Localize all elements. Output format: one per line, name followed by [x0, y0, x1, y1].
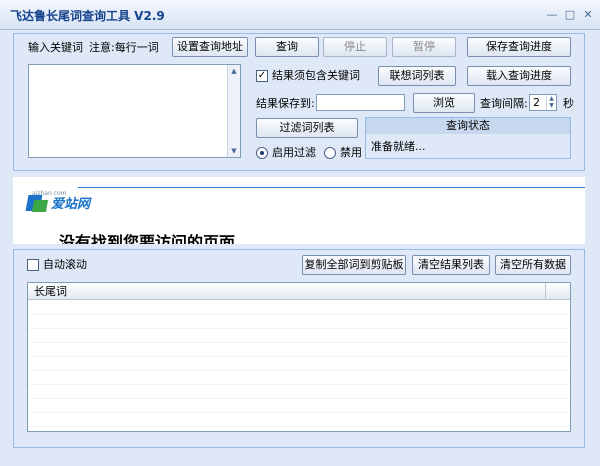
filter-off-radio[interactable] — [324, 147, 336, 159]
browse-button[interactable]: 浏览 — [413, 93, 475, 113]
spinner-arrows-icon[interactable]: ▲ ▼ — [546, 95, 556, 110]
load-progress-button[interactable]: 载入查询进度 — [467, 66, 571, 86]
must-contain-label: 结果须包含关键词 — [272, 69, 360, 82]
interval-value: 2 — [533, 96, 540, 109]
filter-off-label: 禁用 — [340, 146, 362, 159]
interval-label: 查询间隔: — [480, 97, 528, 110]
list-body — [28, 301, 570, 431]
stop-button[interactable]: 停止 — [323, 37, 387, 57]
filter-list-button[interactable]: 过滤词列表 — [256, 118, 358, 138]
keyword-note: 注意:每行一词 — [89, 41, 159, 54]
embedded-browser[interactable]: aizhan.com 爱站网 没有找到您要访问的页面 — [13, 177, 585, 244]
filter-on-radio[interactable] — [256, 147, 268, 159]
textarea-scrollbar[interactable]: ▲ ▼ — [227, 65, 240, 157]
save-path-input[interactable] — [316, 94, 405, 111]
list-header: 长尾词 — [28, 283, 570, 300]
interval-spinner[interactable]: 2 ▲ ▼ — [529, 94, 557, 111]
column-header-longtail[interactable]: 长尾词 — [34, 285, 67, 299]
status-box: 查询状态 准备就绪... — [365, 117, 571, 159]
pause-button[interactable]: 暂停 — [392, 37, 456, 57]
close-icon[interactable]: ✕ — [582, 9, 594, 21]
status-text: 准备就绪... — [371, 140, 426, 153]
scroll-down-icon[interactable]: ▼ — [228, 145, 240, 157]
clear-all-button[interactable]: 清空所有数据 — [495, 255, 571, 275]
auto-scroll-label: 自动滚动 — [43, 258, 87, 271]
filter-on-label: 启用过滤 — [272, 146, 316, 159]
column-divider[interactable] — [545, 283, 546, 300]
assoc-list-button[interactable]: 联想词列表 — [378, 66, 456, 86]
set-url-button[interactable]: 设置查询地址 — [172, 37, 248, 57]
interval-unit: 秒 — [563, 97, 574, 110]
clear-results-button[interactable]: 清空结果列表 — [412, 255, 490, 275]
query-button[interactable]: 查询 — [255, 37, 319, 57]
save-to-label: 结果保存到: — [256, 97, 315, 110]
save-progress-button[interactable]: 保存查询进度 — [467, 37, 571, 57]
keyword-textarea[interactable]: ▲ ▼ — [28, 64, 241, 158]
window-title: 飞达鲁长尾词查询工具 V2.9 — [10, 9, 165, 23]
keyword-input-label: 输入关键词 — [28, 41, 83, 54]
minimize-icon[interactable]: — — [546, 9, 558, 21]
copy-all-button[interactable]: 复制全部词到剪贴板 — [302, 255, 406, 275]
page-heading: 没有找到您要访问的页面 — [59, 233, 236, 244]
auto-scroll-checkbox[interactable] — [27, 259, 39, 271]
status-title: 查询状态 — [366, 118, 570, 134]
header-divider — [78, 187, 585, 188]
logo-text: 爱站网 — [51, 197, 91, 212]
must-contain-checkbox[interactable]: ✓ — [256, 70, 268, 82]
scroll-up-icon[interactable]: ▲ — [228, 65, 240, 77]
results-list[interactable]: 长尾词 — [27, 282, 571, 432]
maximize-icon[interactable]: □ — [564, 9, 576, 21]
